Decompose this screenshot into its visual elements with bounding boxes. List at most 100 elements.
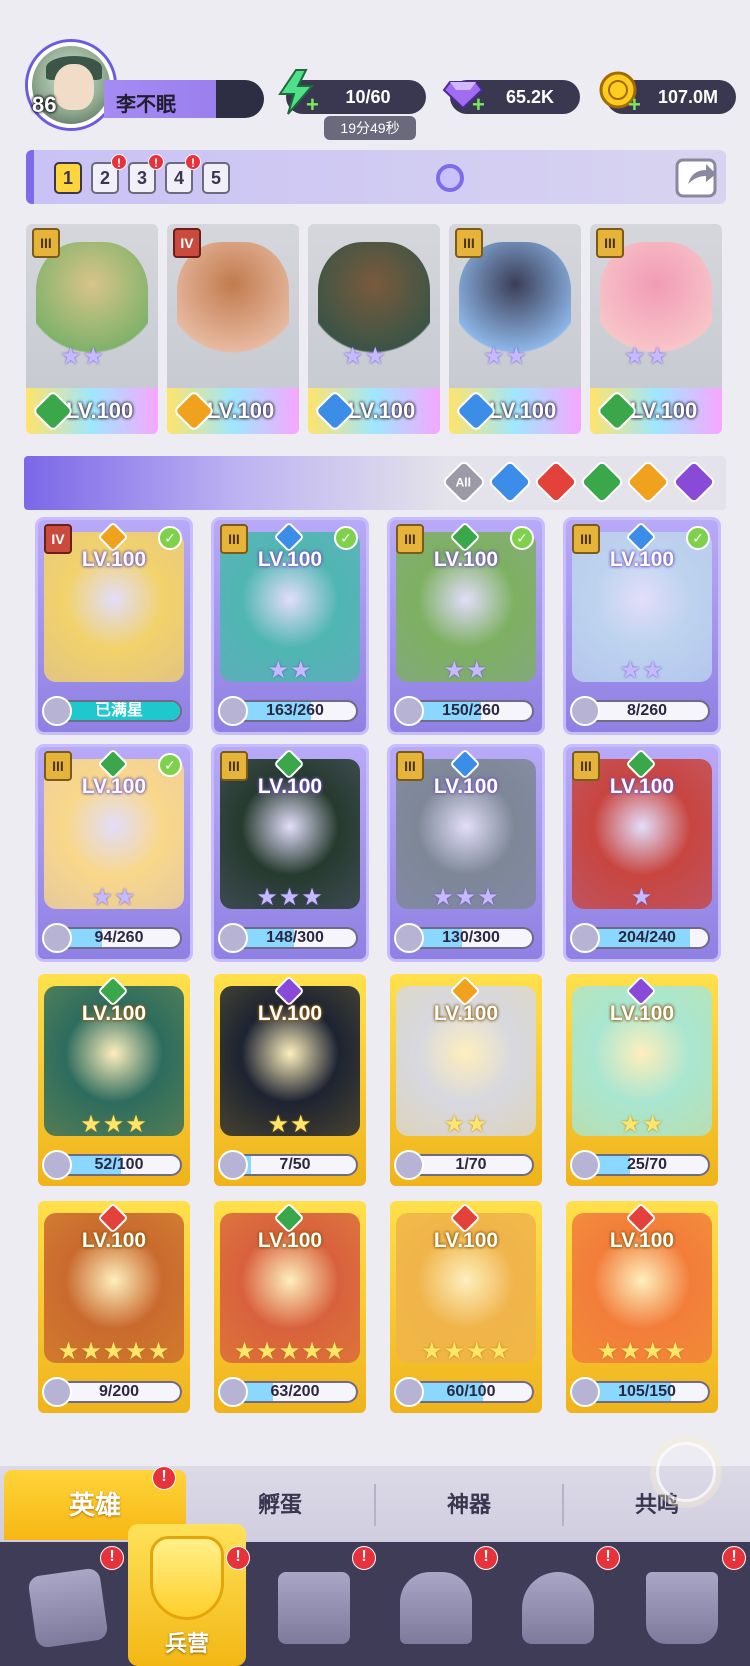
nav-cards-alert: ! [100,1546,124,1570]
team-hero-card[interactable]: ★★ LV.100 [308,224,440,434]
shard-progress-bar: 1/70 [408,1154,534,1176]
shard-icon [218,923,248,953]
team-hero-card[interactable]: IV LV.100 [167,224,299,434]
shard-progress-bar: 148/300 [232,927,358,949]
hero-level: LV.100 [348,398,416,423]
hero-level: LV.100 [609,548,675,571]
hero-card[interactable]: III ✓ LV.100 ★★ 8/260 [566,520,718,732]
shard-icon [394,696,424,726]
hero-level: LV.100 [433,548,499,571]
tab-artifacts[interactable]: 神器 [376,1470,562,1540]
star-rating: ★★ [483,343,529,370]
nav-banner-button[interactable] [632,1556,732,1656]
star-rating: ★★ [91,884,137,911]
floating-ring-button[interactable] [656,1442,716,1502]
shard-progress-bar: 7/50 [232,1154,358,1176]
owned-check-icon: ✓ [334,526,358,550]
nav-guild-button[interactable] [508,1556,608,1656]
energy-resource[interactable]: 10/60 + [278,69,426,117]
hero-level: LV.100 [207,398,275,423]
star-rating: ★★ [619,1111,665,1138]
hero-level: LV.100 [257,548,323,571]
team-slot-1[interactable]: 1 [54,162,82,194]
progress-text: 63/200 [270,1383,320,1400]
shard-progress-bar: 130/300 [408,927,534,949]
team-slot-5[interactable]: 5 [202,162,230,194]
hero-level: LV.100 [609,1229,675,1252]
hero-card[interactable]: LV.100 ★★★★ 105/150 [566,1201,718,1413]
team-slot-alert: ! [148,154,164,170]
nav-castle-button[interactable] [386,1556,486,1656]
team-hero-card[interactable]: III ★★ LV.100 [449,224,581,434]
magnifier-icon[interactable] [436,164,464,192]
avatar-face [54,64,94,110]
hero-card[interactable]: LV.100 ★★ 25/70 [566,974,718,1186]
owned-check-icon: ✓ [158,526,182,550]
nav-cards-button[interactable] [18,1556,118,1656]
shard-icon [218,696,248,726]
progress-text: 已满星 [94,702,143,719]
hero-card[interactable]: III ✓ LV.100 ★★ 94/260 [38,747,190,959]
gold-plus-icon[interactable]: + [628,92,641,118]
mushroom-icon [522,1572,594,1644]
hero-card[interactable]: LV.100 ★★★ 52/100 [38,974,190,1186]
star-rating: ★★ [267,1111,313,1138]
hero-level: LV.100 [81,1229,147,1252]
hero-level: LV.100 [66,398,134,423]
hero-level: LV.100 [81,548,147,571]
shard-icon [570,1150,600,1180]
nav-barracks-button[interactable]: 兵营 [128,1524,246,1666]
team-slot-alert: ! [185,154,201,170]
hero-card[interactable]: III LV.100 ★ 204/240 [566,747,718,959]
hero-level: LV.100 [257,775,323,798]
shard-progress-bar: 8/260 [584,700,710,722]
progress-text: 204/240 [618,929,676,946]
nav-map-alert: ! [352,1546,376,1570]
team-hero-card[interactable]: III ★★ LV.100 [590,224,722,434]
team-hero-card[interactable]: III ★★ LV.100 [26,224,158,434]
gold-resource[interactable]: 107.0M + [599,71,736,117]
star-rating: ★★ [443,657,489,684]
hero-card[interactable]: LV.100 ★★★★★ 9/200 [38,1201,190,1413]
rank-badge: III [596,228,624,258]
energy-plus-icon[interactable]: + [306,92,319,118]
energy-value: 10/60 [345,86,391,107]
hero-level: LV.100 [257,1002,323,1025]
hero-card[interactable]: III ✓ LV.100 ★★ 163/260 [214,520,366,732]
rank-badge: IV [173,228,201,258]
shard-icon [570,696,600,726]
share-icon[interactable] [674,152,722,200]
progress-text: 150/260 [442,702,500,719]
shard-progress-bar: 94/260 [56,927,182,949]
player-level: 86 [32,92,57,117]
hero-card[interactable]: LV.100 ★★ 1/70 [390,974,542,1186]
owned-check-icon: ✓ [686,526,710,550]
castle-icon [400,1572,472,1644]
hero-card[interactable]: LV.100 ★★ 7/50 [214,974,366,1186]
hero-card[interactable]: LV.100 ★★★★★ 63/200 [214,1201,366,1413]
player-name-pill[interactable]: 李不眠 [104,80,264,118]
star-rating: ★★★★★ [57,1338,171,1365]
hero-card[interactable]: III LV.100 ★★★ 130/300 [390,747,542,959]
shard-icon [570,1377,600,1407]
progress-text: 163/260 [266,702,324,719]
gems-resource[interactable]: 65.2K + [442,80,580,117]
hero-card[interactable]: LV.100 ★★★★ 60/100 [390,1201,542,1413]
nav-banner-alert: ! [722,1546,746,1570]
shard-progress-bar: 52/100 [56,1154,182,1176]
hero-card[interactable]: III ✓ LV.100 ★★ 150/260 [390,520,542,732]
shard-progress-bar: 150/260 [408,700,534,722]
rank-badge: III [32,228,60,258]
nav-map-button[interactable] [264,1556,364,1656]
hero-level: LV.100 [257,1229,323,1252]
hero-card[interactable]: IV ✓ LV.100 已满星 [38,520,190,732]
hero-card[interactable]: III LV.100 ★★★ 148/300 [214,747,366,959]
shard-progress-bar: 9/200 [56,1381,182,1403]
hero-level: LV.100 [609,1002,675,1025]
shard-icon [394,1150,424,1180]
shard-progress-bar: 105/150 [584,1381,710,1403]
shard-progress-bar: 25/70 [584,1154,710,1176]
star-rating: ★★ [443,1111,489,1138]
barracks-shield-icon [150,1536,224,1620]
gems-plus-icon[interactable]: + [472,92,485,118]
